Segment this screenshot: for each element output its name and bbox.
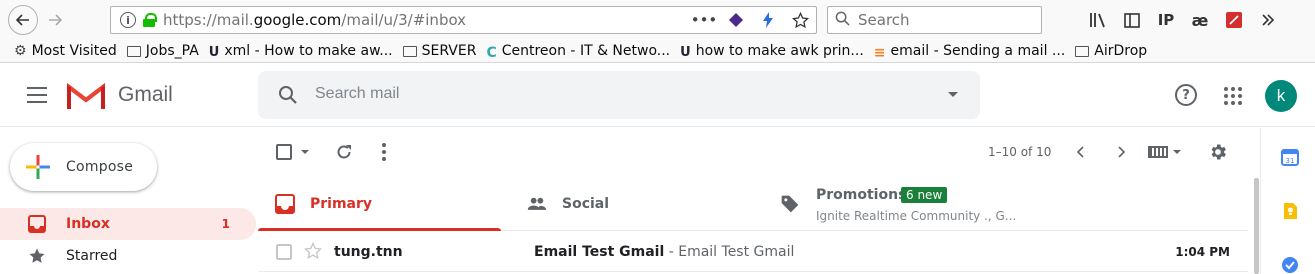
email-snippet: - Email Test Gmail — [664, 244, 795, 260]
gmail-logo-icon[interactable] — [67, 83, 105, 109]
tab-label: Primary — [310, 196, 373, 212]
unread-count: 1 — [221, 217, 230, 231]
browser-toolbar: i https://mail.google.com/mail/u/3/#inbo… — [0, 0, 1315, 40]
gmail-header: Gmail Search mail ? k — [0, 63, 1315, 127]
keyboard-icon[interactable] — [1148, 146, 1168, 158]
tasks-icon[interactable] — [1281, 256, 1299, 274]
scrollbar[interactable] — [1254, 178, 1259, 274]
bookmark-airdrop[interactable]: AirDrop — [1075, 43, 1147, 59]
unix-linux-icon: U — [680, 45, 691, 60]
bookmark-jobs-pa[interactable]: Jobs_PA — [126, 43, 199, 59]
bookmark-most-visited[interactable]: ⚙ Most Visited — [14, 43, 117, 59]
side-panel: 31 — [1260, 128, 1315, 274]
compose-plus-icon — [26, 155, 50, 179]
star-icon: ⚙ — [14, 43, 27, 59]
star-outline-icon[interactable] — [304, 242, 322, 260]
chevron-left-icon[interactable] — [1074, 145, 1088, 159]
bookmark-xml-awk[interactable]: Uxml - How to make aw... — [208, 43, 393, 60]
bookmark-centreon[interactable]: C Centreon - IT & Netwo... — [486, 43, 670, 61]
nav-item-inbox[interactable]: Inbox 1 — [0, 208, 256, 240]
tag-icon — [781, 195, 799, 213]
tab-label: Promotions — [816, 187, 907, 203]
new-count-badge: 6 new — [901, 187, 948, 203]
mail-toolbar: 1–10 of 10 — [258, 136, 1258, 168]
compose-button[interactable]: Compose — [10, 143, 157, 191]
overflow-chevron-icon[interactable] — [1258, 9, 1278, 31]
lock-icon[interactable] — [143, 13, 157, 27]
extension-icon[interactable] — [726, 10, 746, 30]
folder-icon — [1075, 45, 1090, 57]
keep-icon[interactable] — [1281, 202, 1299, 220]
email-sender: tung.tnn — [334, 244, 403, 260]
sidebar-icon[interactable] — [1122, 9, 1142, 31]
stackoverflow-icon: ≡ — [873, 45, 886, 61]
back-arrow-icon[interactable] — [8, 5, 38, 35]
bookmark-star-icon[interactable] — [790, 10, 810, 30]
main-menu-icon[interactable] — [27, 87, 47, 103]
nav-item-label: Inbox — [66, 216, 110, 232]
inbox-icon — [28, 215, 46, 233]
row-checkbox[interactable] — [276, 244, 292, 260]
input-tools-dropdown-icon[interactable] — [1173, 150, 1181, 154]
account-avatar[interactable]: k — [1265, 80, 1297, 112]
search-mail-placeholder: Search mail — [315, 85, 400, 102]
select-dropdown-icon[interactable] — [301, 150, 309, 154]
browser-search-placeholder: Search — [858, 11, 910, 29]
search-icon[interactable] — [276, 83, 300, 107]
category-tabs: Primary Social Promotions 6 new Ignite R… — [258, 175, 1248, 231]
forward-arrow-icon[interactable] — [40, 5, 70, 35]
tab-label: Social — [562, 196, 610, 212]
inbox-icon — [275, 194, 295, 214]
unix-linux-icon: U — [208, 45, 220, 60]
address-bar[interactable]: i https://mail.google.com/mail/u/3/#inbo… — [110, 6, 817, 34]
table-row[interactable]: tung.tnn Email Test Gmail - Email Test G… — [258, 232, 1248, 272]
star-icon — [29, 248, 45, 263]
centreon-icon: C — [486, 45, 497, 61]
url-text[interactable]: https://mail.google.com/mail/u/3/#inbox — [163, 11, 466, 29]
gear-icon[interactable] — [1208, 142, 1228, 162]
email-time: 1:04 PM — [1175, 245, 1230, 259]
promotions-preview-text: Ignite Realtime Community ., G... — [816, 209, 1017, 223]
bookmark-awk-print[interactable]: Uhow to make awk prin... — [680, 43, 864, 60]
chevron-right-icon[interactable] — [1114, 145, 1128, 159]
search-icon — [835, 11, 850, 30]
search-mail-input[interactable]: Search mail — [258, 71, 980, 119]
people-icon — [527, 197, 547, 210]
refresh-icon[interactable] — [336, 144, 352, 160]
library-icon[interactable] — [1088, 9, 1108, 31]
ip-icon[interactable]: IP — [1156, 9, 1176, 31]
bookmarks-bar: ⚙ Most Visited Jobs_PA Uxml - How to make… — [0, 40, 1315, 63]
nav-item-starred[interactable]: Starred — [0, 240, 256, 272]
folder-icon — [126, 45, 141, 57]
calendar-icon[interactable]: 31 — [1281, 148, 1299, 166]
pdf-icon[interactable] — [1224, 9, 1244, 31]
select-all-checkbox[interactable] — [276, 144, 292, 160]
gmail-brand-text[interactable]: Gmail — [118, 83, 173, 107]
pagination-text: 1–10 of 10 — [988, 145, 1052, 159]
folder-icon — [402, 45, 417, 57]
email-subject-line: Email Test Gmail - Email Test Gmail — [534, 244, 794, 260]
email-subject: Email Test Gmail — [534, 244, 665, 260]
nav-item-label: Starred — [66, 248, 118, 264]
more-vert-icon[interactable] — [382, 143, 386, 161]
tab-primary[interactable]: Primary — [258, 175, 501, 231]
browser-search-bar[interactable]: Search — [827, 6, 1042, 34]
tab-social[interactable]: Social — [510, 175, 753, 231]
info-icon[interactable]: i — [120, 12, 136, 28]
help-icon[interactable]: ? — [1175, 84, 1197, 106]
google-apps-icon[interactable] — [1224, 87, 1242, 105]
lightning-icon[interactable] — [758, 10, 778, 30]
ae-icon[interactable]: æ — [1190, 9, 1210, 31]
bookmark-server[interactable]: SERVER — [402, 43, 476, 59]
page-actions-icon[interactable]: ••• — [691, 10, 718, 30]
compose-label: Compose — [66, 159, 134, 175]
bookmark-email-sending[interactable]: ≡ email - Sending a mail ... — [873, 43, 1065, 61]
svg-text:31: 31 — [1286, 157, 1295, 165]
search-options-dropdown-icon[interactable] — [948, 92, 958, 97]
